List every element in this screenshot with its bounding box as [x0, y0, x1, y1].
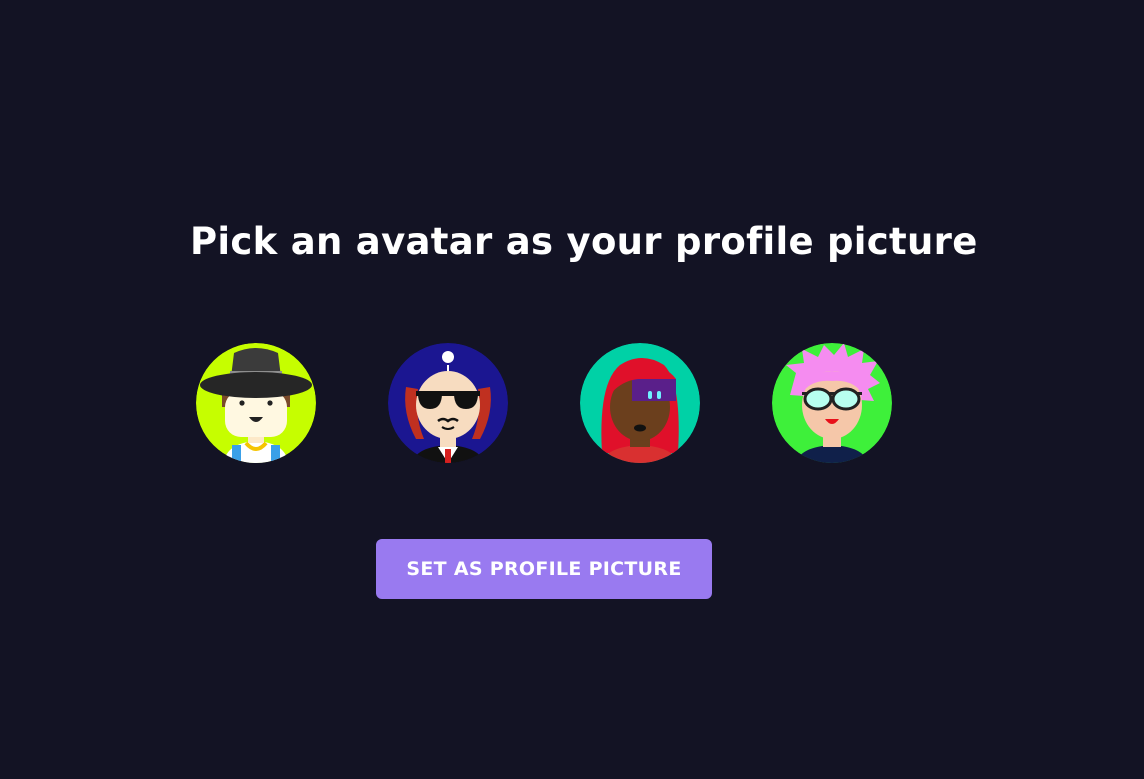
page-title: Pick an avatar as your profile picture	[190, 220, 978, 263]
pink-hair-person-avatar-icon	[772, 343, 892, 463]
avatar-option-3[interactable]	[580, 343, 700, 463]
set-profile-picture-button[interactable]: SET AS PROFILE PICTURE	[376, 539, 712, 599]
sunglasses-man-avatar-icon	[388, 343, 508, 463]
avatar-option-4[interactable]	[772, 343, 892, 463]
avatar-option-1[interactable]	[196, 343, 316, 463]
red-hair-woman-avatar-icon	[580, 343, 700, 463]
hat-man-avatar-icon	[196, 343, 316, 463]
avatar-option-2[interactable]	[388, 343, 508, 463]
